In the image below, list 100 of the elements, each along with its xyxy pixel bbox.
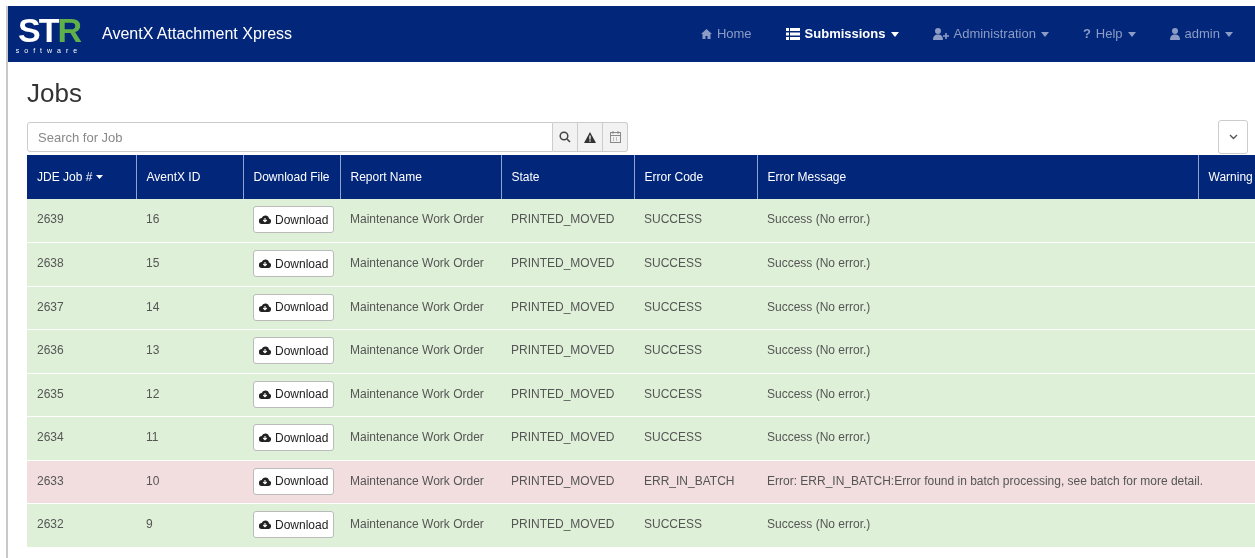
table-cell: 10 <box>146 473 160 488</box>
table-cell: PRINTED_MOVED <box>511 517 615 531</box>
download-button[interactable]: Download <box>253 206 335 233</box>
table-cell: Maintenance Work Order <box>350 386 484 401</box>
nav-item[interactable]: admin <box>1169 24 1233 44</box>
table-cell: Success (No error.) <box>767 517 871 531</box>
table-cell: Maintenance Work Order <box>350 212 484 226</box>
table-cell: SUCCESS <box>644 430 702 444</box>
download-button[interactable]: Download <box>253 467 335 495</box>
nav-item[interactable]: ? Help <box>1082 24 1136 44</box>
table-cell: Success (No error.) <box>767 212 871 226</box>
cloud-download-icon <box>259 346 271 355</box>
cloud-download-icon <box>259 433 271 442</box>
table-cell: ERR_IN_BATCH <box>644 473 735 488</box>
column-header[interactable]: Report Name <box>350 168 422 186</box>
cloud-download-icon <box>259 389 271 399</box>
table-row[interactable]: 2636 13 Download Maintenance Work Order PRINTED_MOVED SUCCESS Success (No error.) <box>27 329 1255 373</box>
home-icon <box>700 29 712 39</box>
table-cell: PRINTED_MOVED <box>511 343 615 357</box>
column-header[interactable]: Warning <box>1208 168 1253 186</box>
table-cell: 2638 <box>37 256 64 270</box>
column-header[interactable]: Error Message <box>767 168 847 186</box>
column-header[interactable]: Download File <box>253 168 330 186</box>
sort-caret-icon <box>96 175 104 179</box>
table-cell: SUCCESS <box>644 517 702 531</box>
table-cell: Maintenance Work Order <box>350 430 484 444</box>
cloud-download-icon <box>259 302 271 312</box>
table-cell: 16 <box>146 212 160 226</box>
table-row[interactable]: 2638 15 Download Maintenance Work Order PRINTED_MOVED SUCCESS Success (No error.) <box>27 242 1255 286</box>
nav-item[interactable]: Home <box>700 24 752 44</box>
caret-icon <box>1225 31 1233 37</box>
table-cell: SUCCESS <box>644 256 702 270</box>
table-cell: SUCCESS <box>644 299 702 314</box>
calendar-icon <box>609 131 621 143</box>
table-cell: Maintenance Work Order <box>350 343 484 357</box>
table-cell: 11 <box>146 430 159 444</box>
cloud-download-icon <box>259 520 271 529</box>
table-cell: Success (No error.) <box>767 386 871 401</box>
nav-item[interactable]: Administration <box>932 24 1049 44</box>
table-cell: Maintenance Work Order <box>350 256 484 270</box>
table-cell: 13 <box>146 343 160 357</box>
table-cell: 2636 <box>37 343 64 357</box>
table-cell: Error: ERR_IN_BATCH:Error found in batch processing, see batch for more detail. <box>767 473 1203 488</box>
table-cell: Success (No error.) <box>767 299 871 314</box>
table-row[interactable]: 2634 11 Download Maintenance Work Order PRINTED_MOVED SUCCESS Success (No error.) <box>27 416 1255 460</box>
table-cell: PRINTED_MOVED <box>511 473 615 488</box>
logo-accent-letter: R <box>57 10 80 49</box>
table-cell: PRINTED_MOVED <box>511 386 615 401</box>
user-plus-icon <box>932 28 949 40</box>
table-cell: SUCCESS <box>644 343 702 357</box>
search-icon <box>559 131 571 143</box>
table-cell: SUCCESS <box>644 212 702 226</box>
download-button[interactable]: Download <box>253 511 335 538</box>
table-cell: Success (No error.) <box>767 256 871 270</box>
download-button[interactable]: Download <box>253 337 335 364</box>
search-button[interactable] <box>553 122 578 152</box>
table-cell: 2639 <box>37 212 64 226</box>
page-title: Jobs <box>27 77 83 110</box>
table-cell: 2635 <box>37 386 64 401</box>
caret-icon <box>890 31 899 37</box>
warning-filter-button[interactable] <box>578 122 603 152</box>
table-cell: 15 <box>146 256 160 270</box>
nav-item[interactable]: Submissions <box>785 24 899 44</box>
download-button[interactable]: Download <box>253 293 335 321</box>
chevron-down-icon <box>1228 134 1238 140</box>
table-cell: 2633 <box>37 473 64 488</box>
app-title: AventX Attachment Xpress <box>102 24 293 44</box>
list-icon <box>785 28 800 40</box>
column-header[interactable]: Error Code <box>644 168 704 186</box>
search-field[interactable]: Search for Job <box>27 122 553 152</box>
table-cell: 14 <box>146 299 160 314</box>
download-button[interactable]: Download <box>253 380 335 408</box>
cloud-download-icon <box>259 215 271 224</box>
table-cell: PRINTED_MOVED <box>511 212 615 226</box>
column-header[interactable]: JDE Job # <box>37 168 104 186</box>
table-cell: Success (No error.) <box>767 343 871 357</box>
table-cell: 9 <box>146 517 153 531</box>
download-button[interactable]: Download <box>253 250 335 277</box>
column-header[interactable]: State <box>511 168 540 186</box>
table-row[interactable]: 2633 10 Download Maintenance Work Order PRINTED_MOVED ERR_IN_BATCH Error: ERR_IN_BATCH:Error found in batch processing, see batch for more detail. <box>27 460 1255 504</box>
user-icon <box>1169 28 1180 40</box>
download-button[interactable]: Download <box>253 424 335 451</box>
table-cell: Success (No error.) <box>767 430 871 444</box>
table-cell: SUCCESS <box>644 386 702 401</box>
table-cell: Maintenance Work Order <box>350 517 484 531</box>
table-row[interactable]: 2635 12 Download Maintenance Work Order PRINTED_MOVED SUCCESS Success (No error.) <box>27 373 1255 417</box>
table-row[interactable]: 2632 9 Download Maintenance Work Order PRINTED_MOVED SUCCESS Success (No error.) <box>27 503 1255 547</box>
table-cell: Maintenance Work Order <box>350 299 484 314</box>
column-header[interactable]: AventX ID <box>146 168 201 186</box>
table-row[interactable]: 2639 16 Download Maintenance Work Order PRINTED_MOVED SUCCESS Success (No error.) <box>27 199 1255 243</box>
table-cell: 12 <box>146 386 160 401</box>
table-row[interactable]: 2637 14 Download Maintenance Work Order PRINTED_MOVED SUCCESS Success (No error.) <box>27 286 1255 330</box>
table-cell: Maintenance Work Order <box>350 473 484 488</box>
table-cell: PRINTED_MOVED <box>511 299 615 314</box>
warning-icon <box>584 131 596 143</box>
table-cell: 2637 <box>37 299 64 314</box>
caret-icon <box>1127 31 1136 37</box>
table-cell: 2634 <box>37 430 64 444</box>
table-cell: 2632 <box>37 517 64 531</box>
table-cell: PRINTED_MOVED <box>511 430 615 444</box>
